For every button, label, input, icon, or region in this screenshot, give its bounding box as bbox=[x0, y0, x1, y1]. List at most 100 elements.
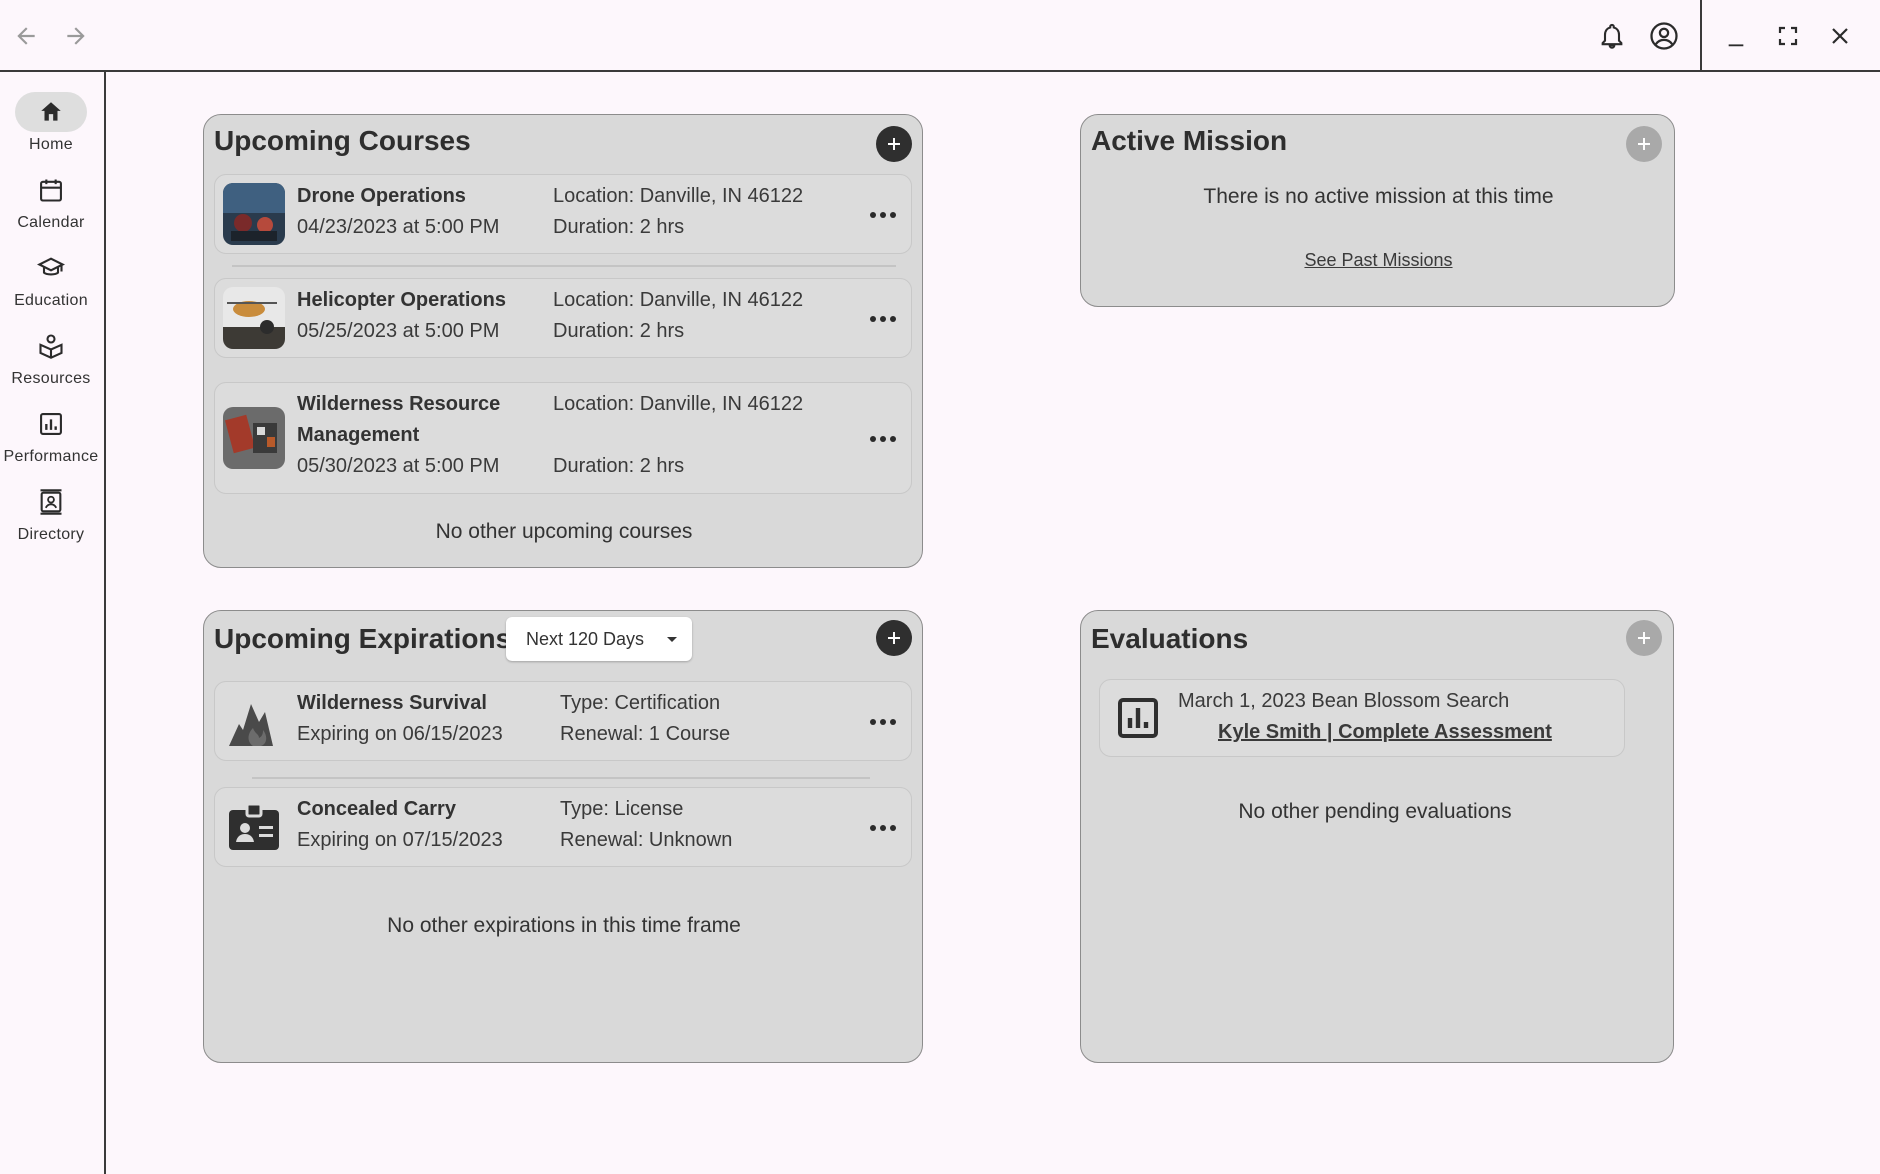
evaluation-title: March 1, 2023 Bean Blossom Search bbox=[1178, 690, 1510, 712]
fire-icon bbox=[229, 704, 273, 746]
more-options-button[interactable] bbox=[865, 427, 901, 451]
more-options-button[interactable] bbox=[865, 816, 901, 840]
evaluations-card: Evaluations March 1, 2023 Bean Blossom S… bbox=[1080, 610, 1674, 1063]
expiration-row-wilderness-survival[interactable]: Wilderness Survival Expiring on 06/15/20… bbox=[214, 681, 912, 761]
card-title: Evaluations bbox=[1091, 623, 1249, 654]
side-navigation: Home Calendar Education Resources Perfor… bbox=[0, 72, 106, 1174]
expiration-name: Concealed Carry bbox=[297, 798, 456, 820]
nav-label-directory: Directory bbox=[17, 526, 85, 543]
more-options-button[interactable] bbox=[865, 203, 901, 227]
active-mission-card: Active Mission There is no active missio… bbox=[1080, 114, 1675, 307]
mission-status-text: There is no active mission at this time bbox=[1203, 185, 1554, 208]
evaluation-assessment-link[interactable]: Kyle Smith | Complete Assessment bbox=[1218, 721, 1552, 744]
course-name-line-2: Management bbox=[297, 424, 420, 446]
course-row-drone[interactable]: Drone Operations 04/23/2023 at 5:00 PM L… bbox=[214, 174, 912, 254]
course-name-line-1: Wilderness Resource bbox=[297, 393, 501, 415]
fullscreen-icon bbox=[1778, 26, 1798, 46]
expiration-type: Type: License bbox=[560, 798, 684, 820]
minimize-icon bbox=[1728, 44, 1744, 47]
back-button[interactable] bbox=[6, 16, 46, 56]
education-icon bbox=[37, 257, 65, 276]
nav-item-education[interactable]: Education bbox=[0, 248, 102, 322]
nav-item-performance[interactable]: Performance bbox=[0, 404, 102, 478]
course-duration: Duration: 2 hrs bbox=[553, 455, 685, 477]
no-evaluations-note: No other pending evaluations bbox=[1238, 800, 1512, 823]
expiration-renewal: Renewal: 1 Course bbox=[560, 723, 731, 745]
nav-label-home: Home bbox=[29, 136, 73, 153]
more-horizontal-icon bbox=[870, 316, 896, 322]
window-controls-divider bbox=[1700, 0, 1702, 72]
course-thumbnail bbox=[223, 287, 285, 349]
expiration-name: Wilderness Survival bbox=[297, 692, 487, 714]
row-divider bbox=[252, 777, 870, 779]
upcoming-expirations-card: Upcoming Expirations Next 120 Days Wilde… bbox=[203, 610, 923, 1063]
course-name: Drone Operations bbox=[297, 185, 466, 207]
forward-button[interactable] bbox=[56, 16, 96, 56]
nav-item-resources[interactable]: Resources bbox=[0, 326, 102, 400]
nav-label-calendar: Calendar bbox=[17, 214, 85, 231]
plus-icon bbox=[1638, 632, 1650, 644]
course-date: 05/25/2023 at 5:00 PM bbox=[297, 320, 500, 342]
expiration-icon-wrap bbox=[223, 690, 285, 752]
add-expiration-button[interactable] bbox=[876, 620, 912, 656]
home-icon bbox=[41, 102, 61, 121]
see-past-missions-link[interactable]: See Past Missions bbox=[1081, 250, 1676, 271]
card-title: Upcoming Courses bbox=[214, 125, 471, 156]
course-duration: Duration: 2 hrs bbox=[553, 216, 685, 238]
more-horizontal-icon bbox=[870, 212, 896, 218]
account-button[interactable] bbox=[1644, 16, 1684, 56]
close-window-button[interactable] bbox=[1820, 16, 1860, 56]
expiration-date: Expiring on 06/15/2023 bbox=[297, 723, 503, 745]
maximize-button[interactable] bbox=[1768, 16, 1808, 56]
more-horizontal-icon bbox=[870, 436, 896, 442]
course-thumbnail bbox=[223, 183, 285, 245]
bell-icon bbox=[1601, 23, 1623, 49]
plus-icon bbox=[1638, 138, 1650, 150]
assessment-chart-icon bbox=[1118, 698, 1158, 738]
no-expirations-note: No other expirations in this time frame bbox=[387, 914, 741, 937]
course-row-helicopter[interactable]: Helicopter Operations 05/25/2023 at 5:00… bbox=[214, 278, 912, 358]
course-location: Location: Danville, IN 46122 bbox=[553, 289, 804, 311]
row-divider bbox=[232, 265, 896, 267]
more-options-button[interactable] bbox=[865, 710, 901, 734]
add-course-button[interactable] bbox=[876, 126, 912, 162]
nav-item-calendar[interactable]: Calendar bbox=[0, 170, 102, 244]
evaluation-item[interactable]: March 1, 2023 Bean Blossom Search Kyle S… bbox=[1099, 679, 1625, 757]
plus-icon bbox=[888, 138, 900, 150]
minimize-button[interactable] bbox=[1716, 18, 1756, 58]
timeframe-dropdown[interactable]: Next 120 Days bbox=[506, 617, 692, 661]
expiration-type: Type: Certification bbox=[560, 692, 721, 714]
card-title: Active Mission bbox=[1091, 125, 1288, 156]
resources-icon bbox=[39, 334, 63, 359]
directory-icon bbox=[40, 489, 62, 515]
expiration-icon-wrap bbox=[223, 796, 285, 858]
course-duration: Duration: 2 hrs bbox=[553, 320, 685, 342]
caret-down-icon bbox=[667, 637, 677, 642]
nav-item-directory[interactable]: Directory bbox=[0, 482, 102, 556]
arrow-left-icon bbox=[17, 27, 35, 45]
arrow-right-icon bbox=[67, 27, 85, 45]
id-badge-icon bbox=[229, 802, 279, 850]
add-mission-button[interactable] bbox=[1626, 126, 1662, 162]
close-icon bbox=[1832, 28, 1848, 44]
nav-active-indicator bbox=[15, 92, 87, 132]
calendar-icon bbox=[40, 179, 62, 202]
notifications-button[interactable] bbox=[1592, 16, 1632, 56]
expiration-row-concealed-carry[interactable]: Concealed Carry Expiring on 07/15/2023 T… bbox=[214, 787, 912, 867]
more-horizontal-icon bbox=[870, 825, 896, 831]
nav-item-home[interactable]: Home bbox=[0, 92, 102, 166]
course-location: Location: Danville, IN 46122 bbox=[553, 185, 804, 207]
timeframe-selected: Next 120 Days bbox=[526, 628, 645, 649]
nav-label-performance: Performance bbox=[3, 448, 99, 465]
course-name: Helicopter Operations bbox=[297, 289, 506, 311]
course-row-wilderness-resource[interactable]: Wilderness Resource Management 05/30/202… bbox=[214, 382, 912, 494]
plus-icon bbox=[888, 632, 900, 644]
expiration-renewal: Renewal: Unknown bbox=[560, 829, 733, 851]
app-top-bar bbox=[0, 0, 1880, 72]
course-thumbnail bbox=[223, 407, 285, 469]
more-options-button[interactable] bbox=[865, 307, 901, 331]
card-title: Upcoming Expirations bbox=[214, 623, 512, 654]
add-evaluation-button[interactable] bbox=[1626, 620, 1662, 656]
course-location: Location: Danville, IN 46122 bbox=[553, 393, 804, 415]
account-circle-icon bbox=[1650, 22, 1678, 50]
